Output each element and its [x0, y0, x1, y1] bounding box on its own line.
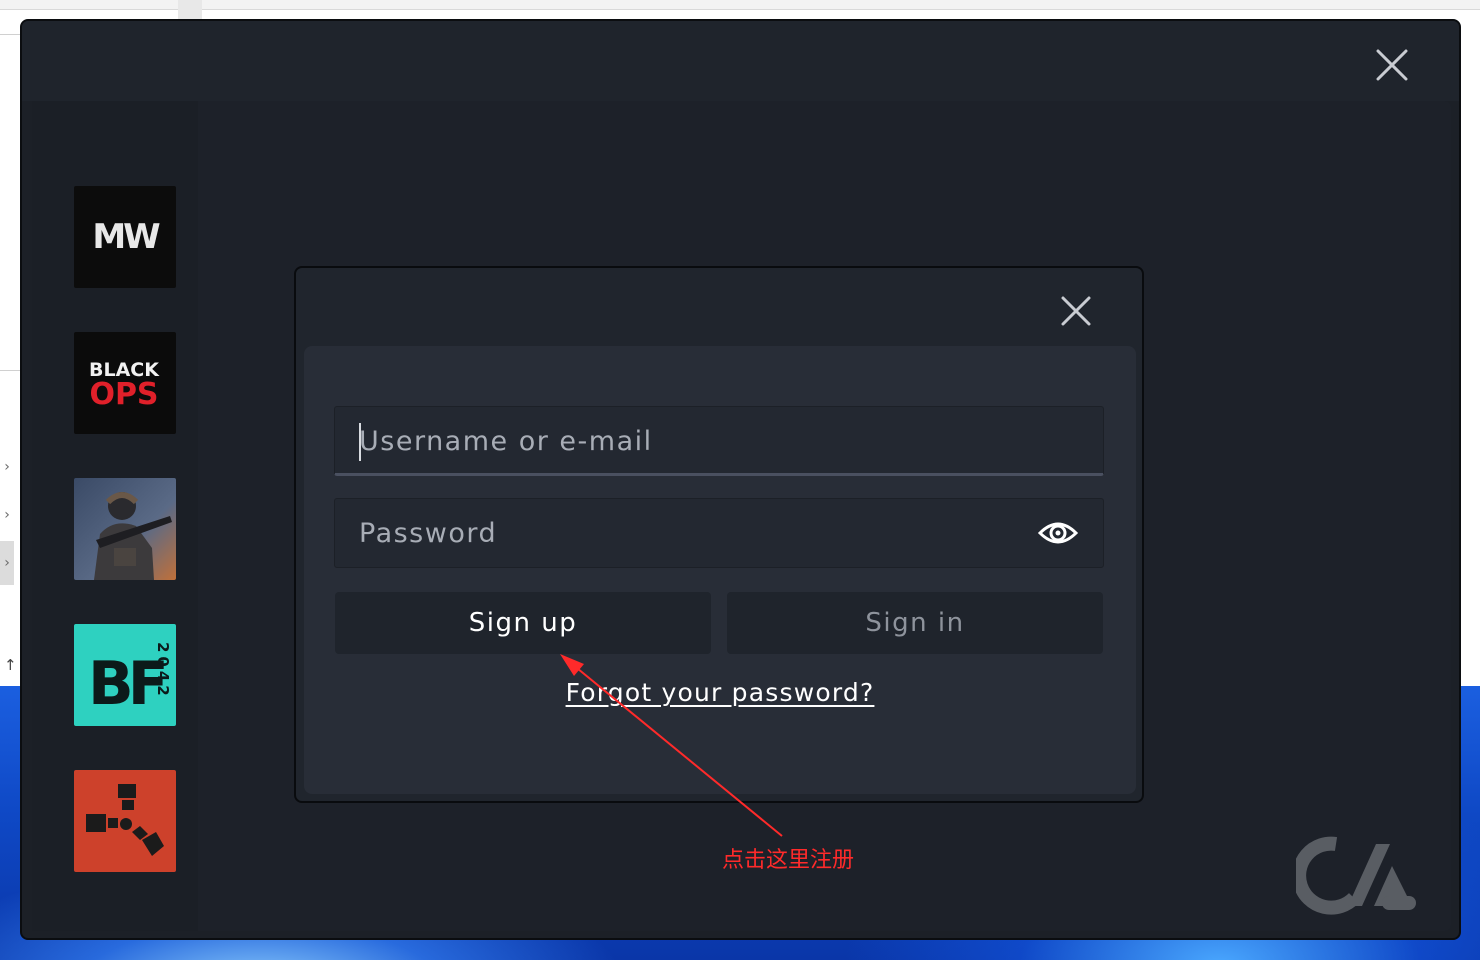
rust-logo-icon: [74, 770, 176, 872]
login-dialog: Username or e-mail Password Sign up Sign…: [294, 266, 1144, 803]
svg-text:2042: 2042: [154, 642, 172, 700]
tree-expand-icon[interactable]: ›: [0, 455, 14, 479]
tree-expand-icon[interactable]: ›: [0, 503, 14, 527]
sign-up-button[interactable]: Sign up: [335, 592, 711, 654]
show-password-eye-icon[interactable]: [1037, 515, 1079, 551]
game-tile-battlefield-2042[interactable]: BF 2042: [74, 624, 176, 726]
background-tab: [178, 0, 202, 20]
svg-text:OPS: OPS: [89, 377, 158, 412]
password-field[interactable]: Password: [334, 498, 1104, 568]
tree-expand-icon[interactable]: ›: [0, 541, 14, 585]
svg-text:BF: BF: [88, 649, 164, 719]
game-tile-black-ops[interactable]: BLACK OPS: [74, 332, 176, 434]
login-panel: Username or e-mail Password Sign up Sign…: [304, 346, 1136, 794]
game-tile-modern-warfare[interactable]: MW: [74, 186, 176, 288]
password-placeholder: Password: [359, 518, 498, 549]
launcher-close-icon[interactable]: [1374, 47, 1410, 83]
annotation-label: 点击这里注册: [722, 848, 855, 873]
modern-warfare-logo-icon: MW: [74, 186, 176, 288]
up-arrow-icon[interactable]: ↑: [4, 656, 17, 674]
game-tile-rust[interactable]: [74, 770, 176, 872]
game-tile-soldier[interactable]: [74, 478, 176, 580]
background-divider: [0, 370, 22, 371]
sign-in-button[interactable]: Sign in: [727, 592, 1103, 654]
dialog-close-icon[interactable]: [1059, 294, 1093, 328]
forgot-password-link[interactable]: Forgot your password?: [304, 678, 1136, 707]
soldier-game-art-icon: [74, 478, 176, 580]
brand-watermark-logo-icon: [1292, 836, 1420, 916]
username-field[interactable]: Username or e-mail: [334, 406, 1104, 476]
black-ops-logo-icon: BLACK OPS: [74, 332, 176, 434]
background-divider: [0, 34, 22, 35]
svg-text:MW: MW: [92, 217, 160, 257]
launcher-header: [22, 21, 1459, 101]
username-placeholder: Username or e-mail: [359, 426, 653, 457]
background-titlebar: [0, 0, 1480, 10]
battlefield-2042-logo-icon: BF 2042: [74, 624, 176, 726]
